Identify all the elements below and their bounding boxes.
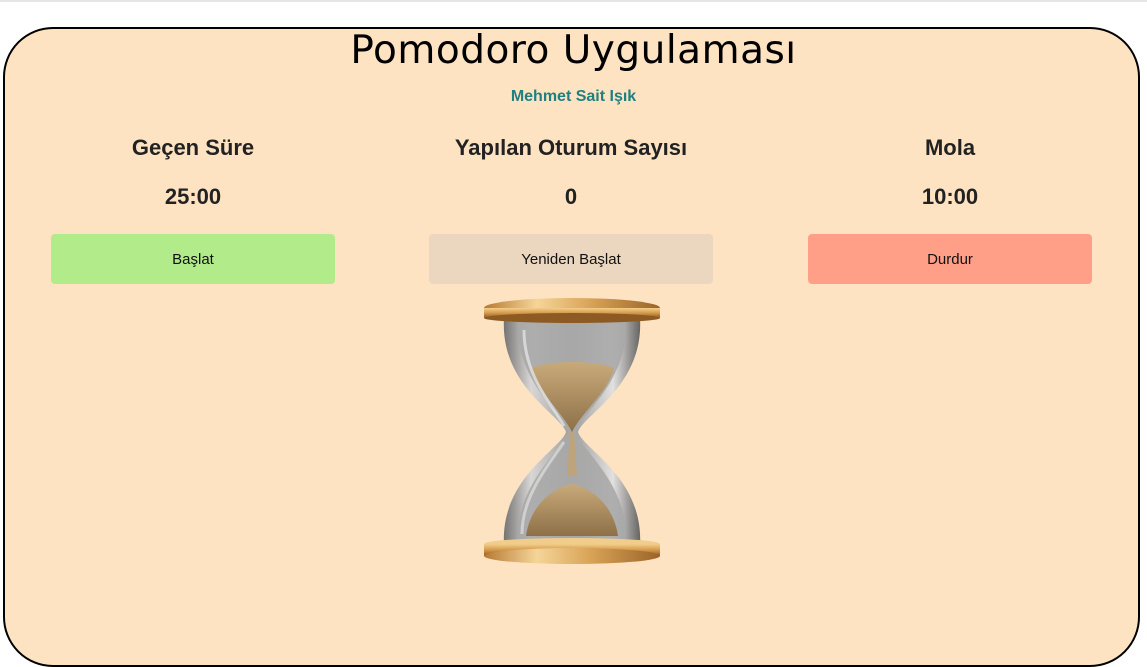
top-divider (0, 0, 1147, 2)
session-count-label: Yapılan Oturum Sayısı (454, 135, 688, 160)
restart-button[interactable]: Yeniden Başlat (429, 234, 713, 284)
break-value: 10:00 (921, 184, 979, 209)
start-button[interactable]: Başlat (51, 234, 335, 284)
author-name: Mehmet Sait Işık (510, 88, 637, 105)
elapsed-time-label: Geçen Süre (131, 135, 255, 160)
stop-button[interactable]: Durdur (808, 234, 1092, 284)
app-title: Pomodoro Uygulaması (350, 28, 797, 73)
hourglass-icon (484, 298, 660, 564)
break-label: Mola (924, 135, 976, 160)
session-count-value: 0 (564, 184, 578, 209)
session-count-panel: Yapılan Oturum Sayısı 0 (429, 130, 713, 212)
elapsed-time-value: 25:00 (164, 184, 222, 209)
break-panel: Mola 10:00 (808, 130, 1092, 212)
elapsed-time-panel: Geçen Süre 25:00 (51, 130, 335, 212)
